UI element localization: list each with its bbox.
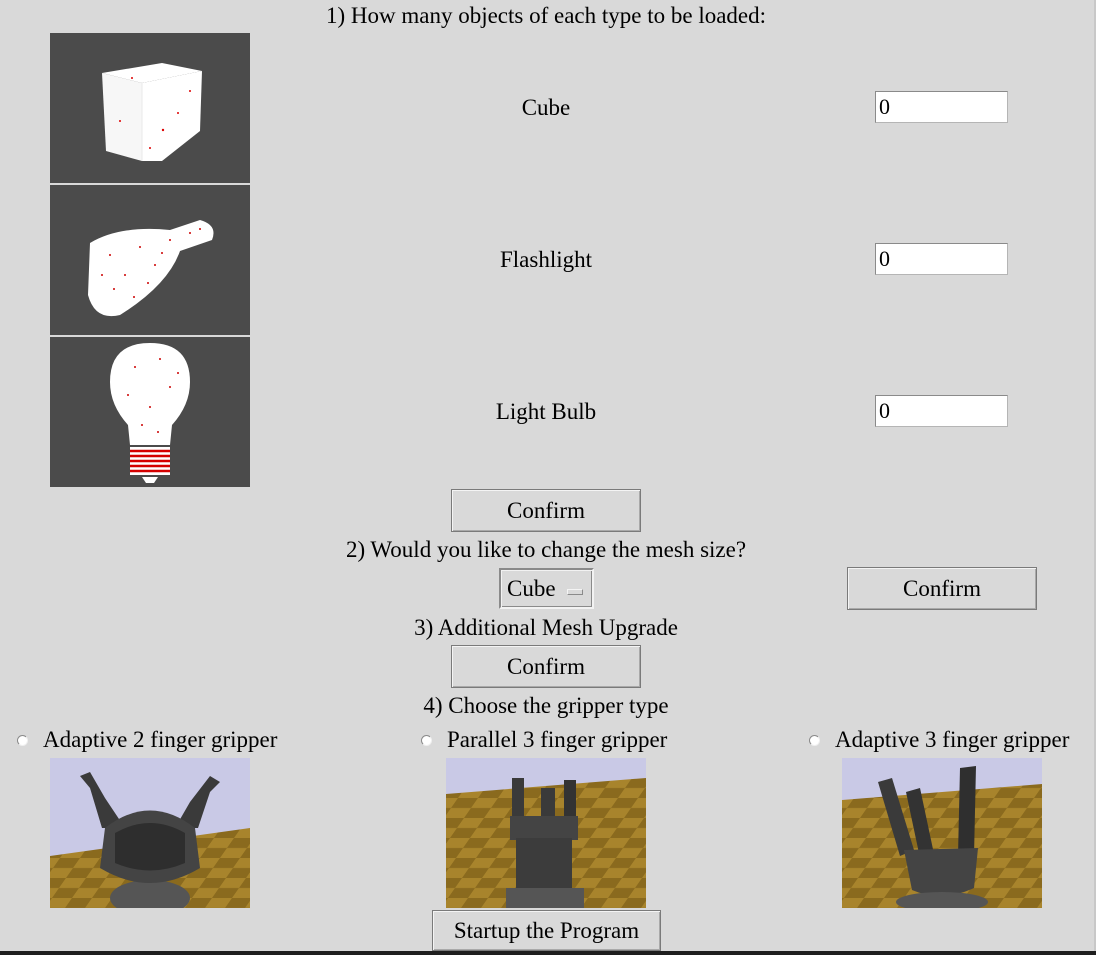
lightbulb-image [50,337,250,487]
lightbulb-icon [110,343,190,483]
adaptive-2-finger-gripper-image [50,758,250,908]
confirm-object-count-button[interactable]: Confirm [451,489,641,532]
flashlight-icon [88,220,214,317]
section2-heading: 2) Would you like to change the mesh siz… [345,537,747,562]
adaptive-3-finger-gripper-image [842,758,1042,908]
section4-heading: 4) Choose the gripper type [423,693,669,718]
adaptive-3-finger-radio[interactable] [809,735,820,746]
flashlight-label: Flashlight [499,247,593,272]
cube-icon [102,63,202,161]
adaptive-2-finger-label[interactable]: Adaptive 2 finger gripper [43,727,277,753]
lightbulb-count-input[interactable] [875,395,1008,427]
flashlight-image [50,185,250,335]
flashlight-count-input[interactable] [875,243,1008,275]
confirm-mesh-upgrade-button[interactable]: Confirm [451,645,641,688]
mesh-object-select-value: Cube [507,576,556,601]
adaptive-2-finger-radio[interactable] [17,735,28,746]
confirm-mesh-size-button[interactable]: Confirm [847,567,1037,610]
cube-count-input[interactable] [875,91,1008,123]
window-bottom-border [0,951,1096,955]
option-menu-indicator-icon [567,589,583,595]
parallel-3-finger-gripper-image [446,758,646,908]
parallel-3-finger-radio[interactable] [421,735,432,746]
cube-image [50,33,250,183]
lightbulb-label: Light Bulb [495,399,597,424]
adaptive-3-finger-label[interactable]: Adaptive 3 finger gripper [835,727,1069,753]
mesh-object-select[interactable]: Cube [499,568,594,609]
startup-program-button[interactable]: Startup the Program [432,910,661,951]
section1-heading: 1) How many objects of each type to be l… [325,3,767,28]
cube-label: Cube [521,95,571,120]
parallel-3-finger-label[interactable]: Parallel 3 finger gripper [447,727,667,753]
section3-heading: 3) Additional Mesh Upgrade [414,615,678,640]
